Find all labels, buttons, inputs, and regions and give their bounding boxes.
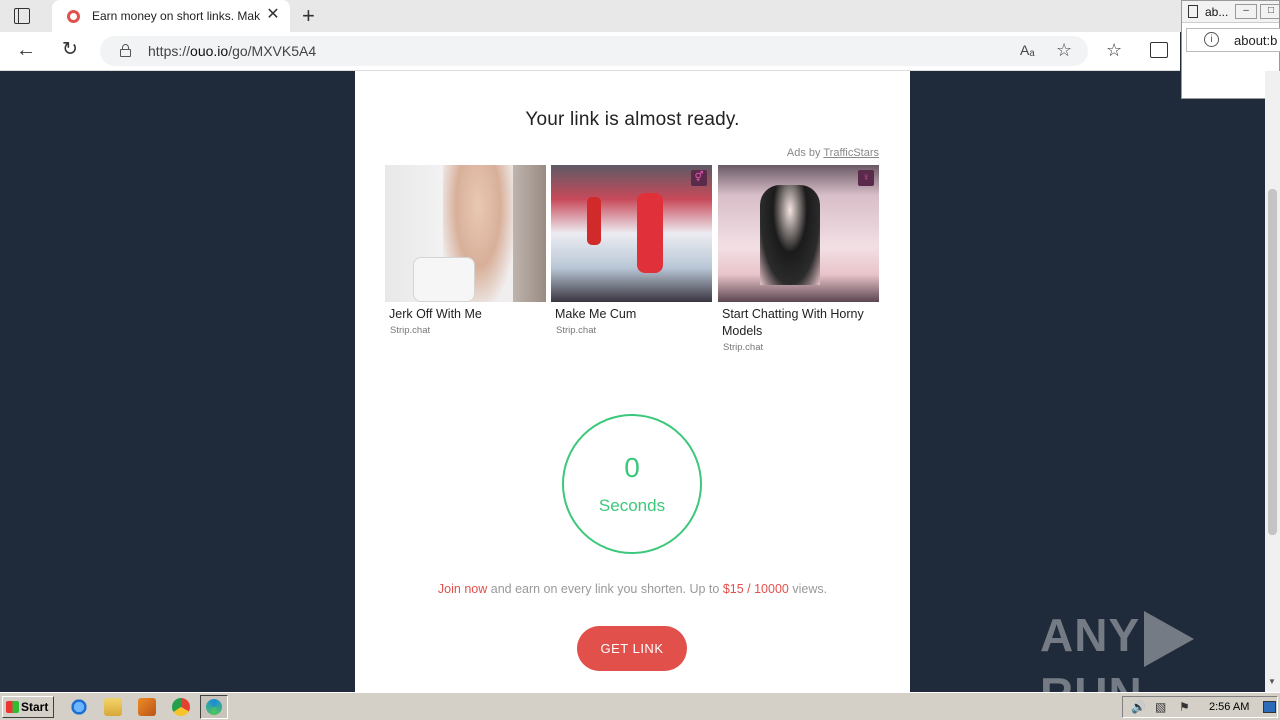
get-link-button[interactable]: GET LINK: [577, 626, 687, 671]
tab-actions-icon[interactable]: [14, 8, 30, 24]
popup-titlebar[interactable]: ab... – □: [1182, 1, 1280, 23]
maximize-icon[interactable]: □: [1260, 4, 1280, 19]
windows-logo-icon: [6, 701, 19, 713]
collections-icon[interactable]: [1150, 42, 1168, 58]
add-favorite-star-icon[interactable]: ☆: [1056, 40, 1072, 61]
internet-explorer-icon[interactable]: [70, 698, 88, 716]
ad-image[interactable]: ⚥: [551, 165, 712, 302]
browser-toolbar: ← ↻ https://ouo.io/go/MXVK5A4 Aₐ ☆ ☆: [0, 32, 1180, 71]
clock[interactable]: 2:56 AM: [1209, 701, 1249, 713]
ad-caption[interactable]: Make Me Cum: [555, 306, 712, 323]
scrollbar-thumb[interactable]: [1268, 189, 1277, 535]
ad-card[interactable]: Jerk Off With Me Strip.chat: [385, 165, 546, 336]
volume-icon[interactable]: 🔊: [1131, 700, 1146, 714]
ads-attribution: Ads by TrafficStars: [786, 147, 879, 159]
promo-text: Join now and earn on every link you shor…: [437, 582, 828, 596]
ad-caption[interactable]: Jerk Off With Me: [389, 306, 546, 323]
file-explorer-icon[interactable]: [104, 698, 122, 716]
ad-source: Strip.chat: [556, 325, 597, 336]
timer-label: Seconds: [598, 496, 666, 515]
browser-tab-active[interactable]: Earn money on short links. Mak ✕: [52, 0, 290, 32]
gender-badge-icon: ⚥: [691, 170, 707, 186]
page-title: Your link is almost ready.: [525, 109, 740, 130]
popup-address-bar[interactable]: i about:b: [1186, 28, 1280, 52]
promo-amount: $15 / 10000: [722, 582, 789, 596]
minimize-icon[interactable]: –: [1235, 4, 1257, 19]
tab-close-button[interactable]: ✕: [264, 6, 282, 24]
windows-taskbar: Start 🔊 ▧ ⚑ 2:56 AM: [0, 692, 1280, 720]
female-badge-icon: ♀: [858, 170, 874, 186]
reload-icon[interactable]: ↻: [62, 38, 78, 61]
ad-caption[interactable]: Start Chatting With Horny Models: [722, 306, 879, 340]
ad-source: Strip.chat: [723, 342, 764, 353]
tab-title: Earn money on short links. Mak: [92, 9, 260, 23]
join-now-link[interactable]: Join now: [438, 582, 487, 596]
back-arrow-icon[interactable]: ←: [16, 39, 36, 62]
media-player-icon[interactable]: [138, 698, 156, 716]
read-aloud-icon[interactable]: Aₐ: [1020, 42, 1035, 58]
ads-brand-link[interactable]: TrafficStars: [823, 147, 879, 159]
start-button[interactable]: Start: [2, 696, 54, 718]
new-tab-button[interactable]: +: [302, 3, 315, 29]
ad-image[interactable]: [385, 165, 546, 302]
countdown-timer: 0 Seconds: [562, 414, 702, 554]
page-scrollbar[interactable]: ▼: [1265, 71, 1280, 692]
system-tray: 🔊 ▧ ⚑ 2:56 AM: [1122, 696, 1278, 718]
ad-image[interactable]: ♀: [718, 165, 879, 302]
edge-icon[interactable]: [200, 695, 228, 719]
network-icon[interactable]: ▧: [1155, 700, 1166, 714]
info-icon[interactable]: i: [1204, 32, 1219, 47]
chrome-icon[interactable]: [172, 698, 190, 716]
browser-tab-bar: Earn money on short links. Mak ✕ +: [0, 0, 1280, 32]
action-center-flag-icon[interactable]: ⚑: [1179, 700, 1190, 714]
url-text[interactable]: https://ouo.io/go/MXVK5A4: [148, 43, 316, 59]
document-icon: [1188, 5, 1198, 18]
site-favicon-icon: [67, 10, 80, 23]
ad-card[interactable]: ⚥ Make Me Cum Strip.chat: [551, 165, 712, 336]
lock-icon[interactable]: [120, 44, 131, 57]
favorites-star-icon[interactable]: ☆: [1106, 40, 1122, 61]
page-content: Your link is almost ready. Ads by Traffi…: [355, 71, 910, 692]
timer-value: 0: [624, 452, 640, 483]
popup-url-text: about:b: [1234, 33, 1278, 48]
play-logo-icon: [1144, 610, 1195, 667]
popup-title: ab...: [1205, 5, 1229, 19]
address-bar[interactable]: https://ouo.io/go/MXVK5A4 Aₐ ☆: [100, 36, 1088, 66]
ad-source: Strip.chat: [390, 325, 431, 336]
ad-card[interactable]: ♀ Start Chatting With Horny Models Strip…: [718, 165, 879, 353]
show-desktop-icon[interactable]: [1263, 701, 1276, 713]
